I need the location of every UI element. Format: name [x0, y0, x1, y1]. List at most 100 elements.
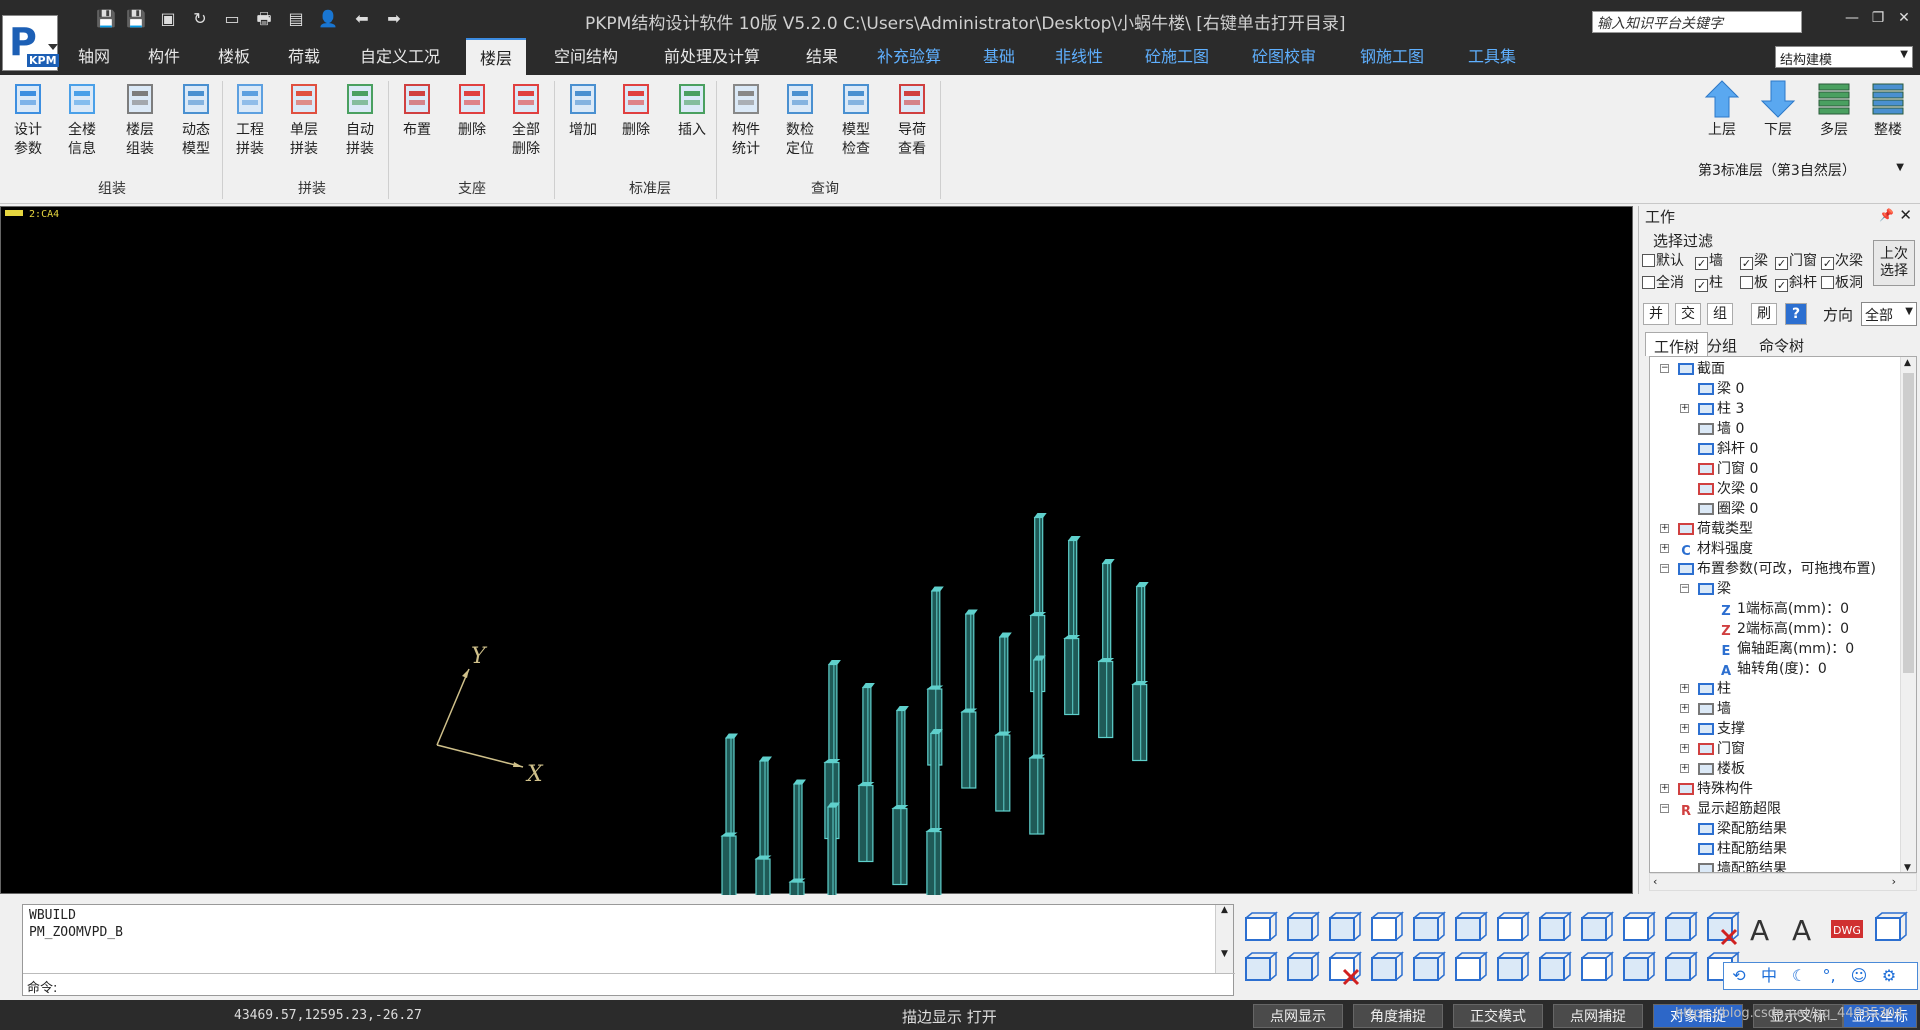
menu-tab[interactable]: 构件 — [148, 38, 180, 75]
minimize-icon[interactable]: — — [1840, 10, 1864, 26]
ribbon-button[interactable]: 设计 参数 — [2, 79, 54, 159]
menu-tab[interactable]: 补充验算 — [877, 38, 941, 75]
tree-item[interactable]: 楼板 — [1698, 759, 1745, 779]
document-icon[interactable]: ▤ — [286, 9, 306, 29]
layers-icon[interactable] — [1618, 950, 1657, 988]
tree-item[interactable]: 特殊构件 — [1678, 779, 1753, 799]
selection-tool-button[interactable]: 组 — [1707, 303, 1733, 325]
close-icon[interactable]: ✕ — [1892, 10, 1916, 26]
ribbon-button[interactable]: 增加 — [557, 79, 609, 140]
user-icon[interactable]: 👤 — [318, 9, 338, 29]
filter-checkbox[interactable]: ✓ 斜杆 — [1775, 272, 1817, 292]
tree-item[interactable]: 门窗 0 — [1698, 459, 1758, 479]
selection-tool-button[interactable]: 刷 — [1751, 303, 1777, 325]
ribbon-button[interactable]: 导荷 查看 — [886, 79, 938, 159]
scroll-left-icon[interactable]: ‹ — [1653, 875, 1657, 888]
zoom-dynamic-icon[interactable] — [1408, 950, 1447, 988]
structural-column[interactable] — [754, 756, 772, 895]
ribbon-button[interactable]: 删除 — [610, 79, 662, 140]
tree-item[interactable]: 梁 0 — [1698, 379, 1744, 399]
tree-item[interactable]: 柱 — [1698, 679, 1731, 699]
drawing-icon[interactable]: ▭ — [222, 9, 242, 29]
structural-column[interactable] — [720, 733, 738, 895]
hide-show-icon[interactable] — [1660, 910, 1699, 948]
menu-tab[interactable]: 工具集 — [1468, 38, 1516, 75]
structural-column[interactable] — [994, 632, 1012, 812]
arrow-left-icon[interactable] — [1240, 950, 1279, 988]
dwg-export-icon[interactable]: DWG — [1828, 910, 1866, 948]
ribbon-button[interactable]: 删除 — [446, 79, 498, 140]
tree-item[interactable]: 梁配筋结果 — [1698, 819, 1787, 839]
ribbon-button[interactable]: 布置 — [391, 79, 443, 140]
selection-tool-button[interactable]: 并 — [1643, 303, 1669, 325]
scroll-thumb[interactable] — [1903, 373, 1914, 673]
tree-item[interactable]: 次梁 0 — [1698, 479, 1758, 499]
menu-tab[interactable]: 自定义工况 — [360, 38, 440, 75]
status-toggle-button[interactable]: 点网捕捉 — [1553, 1004, 1643, 1028]
scroll-right-icon[interactable]: › — [1892, 875, 1896, 888]
collapse-icon[interactable]: − — [1660, 364, 1669, 373]
ime-item[interactable]: 中 — [1754, 963, 1784, 989]
collapse-icon[interactable]: − — [1660, 804, 1669, 813]
model-viewport[interactable]: YX 2:CA4 — [0, 206, 1634, 895]
tree-item[interactable]: 柱 3 — [1698, 399, 1744, 419]
expand-icon[interactable]: + — [1680, 724, 1689, 733]
ime-item[interactable]: ⚙ — [1874, 963, 1904, 989]
erase-icon[interactable] — [1324, 950, 1363, 988]
tree-item[interactable]: 截面 — [1678, 359, 1725, 379]
filter-checkbox[interactable]: ✓ 门窗 — [1775, 250, 1817, 270]
member-light-icon[interactable] — [1450, 910, 1489, 948]
checkmark-icon[interactable]: ✓ — [1695, 279, 1708, 292]
collapse-icon[interactable]: − — [1680, 584, 1689, 593]
solid-box-icon[interactable] — [1282, 910, 1321, 948]
bulb-icon[interactable] — [1576, 950, 1615, 988]
scroll-down-icon[interactable]: ▼ — [1216, 949, 1233, 959]
tree-item[interactable]: 门窗 — [1698, 739, 1745, 759]
floor-nav-button[interactable]: 整楼 — [1862, 79, 1914, 140]
ribbon-button[interactable]: 构件 统计 — [720, 79, 772, 159]
model-canvas[interactable]: YX — [1, 207, 1634, 895]
logo-menu-caret-icon[interactable] — [48, 44, 58, 50]
help-icon[interactable]: ? — [1785, 303, 1807, 325]
zoom-realtime-icon[interactable] — [1576, 910, 1615, 948]
ime-sync-icon[interactable]: ⟲ — [1724, 963, 1754, 989]
fit-screen-icon[interactable] — [1618, 910, 1657, 948]
ribbon-button[interactable]: 单层 拼装 — [278, 79, 330, 159]
status-toggle-button[interactable]: 点网显示 — [1253, 1004, 1343, 1028]
pin-icon[interactable]: 📌 — [1879, 208, 1894, 222]
checkbox-empty-icon[interactable] — [1740, 276, 1753, 289]
knowledge-search-input[interactable]: 输入知识平台关键字 — [1592, 11, 1802, 33]
expand-icon[interactable]: + — [1680, 744, 1689, 753]
structural-column[interactable] — [960, 609, 978, 789]
structural-column[interactable] — [1097, 559, 1115, 739]
menu-tab[interactable]: 空间结构 — [554, 38, 618, 75]
wireframe-box-icon[interactable] — [1240, 910, 1279, 948]
command-log-scrollbar[interactable]: ▲ ▼ — [1215, 905, 1233, 973]
ribbon-button[interactable]: 插入 — [666, 79, 718, 140]
menu-tab[interactable]: 前处理及计算 — [664, 38, 760, 75]
mode-select[interactable]: 结构建模 ▼ — [1775, 46, 1913, 68]
save-as-icon[interactable]: 💾 — [126, 9, 146, 29]
restore-icon[interactable]: ❐ — [1866, 10, 1890, 26]
light-node-icon[interactable] — [1408, 910, 1447, 948]
filter-checkbox[interactable]: ✓ 墙 — [1695, 250, 1723, 270]
tree-item[interactable]: A 轴转角(度)：0 — [1718, 659, 1827, 679]
redo-arrow-icon[interactable]: ➡ — [384, 9, 404, 29]
filter-checkbox[interactable]: ✓ 梁 — [1740, 250, 1768, 270]
scroll-down-icon[interactable]: ▼ — [1904, 863, 1911, 872]
tree-item[interactable]: 墙配筋结果 — [1698, 859, 1787, 872]
work-tree[interactable]: − 截面梁 0 + 柱 3 墙 0 斜杆 0 门窗 0 次梁 0 圈梁 0 + 荷载类型 + C 材料强度… — [1649, 356, 1917, 873]
checkbox-empty-icon[interactable] — [1821, 276, 1834, 289]
menu-tab[interactable]: 砼图校审 — [1252, 38, 1316, 75]
ribbon-button[interactable]: 动态 模型 — [170, 79, 222, 159]
ribbon-button[interactable]: 工程 拼装 — [224, 79, 276, 159]
scroll-up-icon[interactable]: ▲ — [1904, 358, 1911, 368]
tree-item[interactable]: Z 2端标高(mm)：0 — [1718, 619, 1849, 639]
refresh-icon[interactable]: ↻ — [190, 9, 210, 29]
checkbox-empty-icon[interactable] — [1642, 276, 1655, 289]
status-toggle-button[interactable]: 角度捕捉 — [1353, 1004, 1443, 1028]
zoom-previous-icon[interactable] — [1534, 950, 1573, 988]
ribbon-button[interactable]: 楼层 组装 — [114, 79, 166, 159]
selection-tool-button[interactable]: 交 — [1675, 303, 1701, 325]
save-all-icon[interactable]: ▣ — [158, 9, 178, 29]
